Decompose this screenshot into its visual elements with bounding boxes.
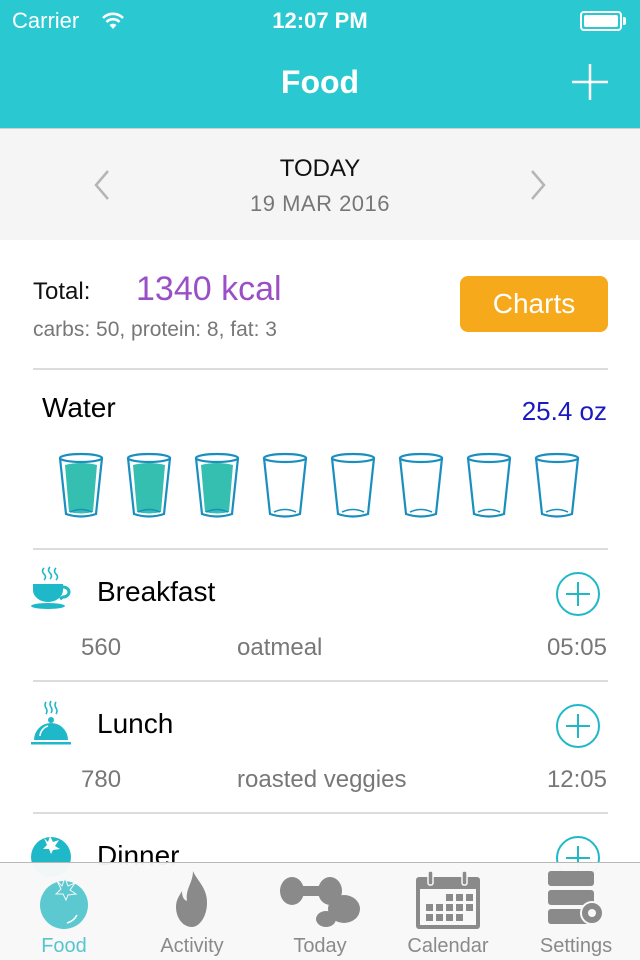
dumbbell-icon bbox=[280, 877, 360, 927]
charts-button[interactable]: Charts bbox=[460, 276, 608, 332]
tab-activity[interactable]: Activity bbox=[128, 863, 256, 960]
calorie-summary: Total: 1340 kcal carbs: 50, protein: 8, … bbox=[0, 240, 640, 370]
next-day-button[interactable] bbox=[526, 167, 550, 203]
water-title: Water bbox=[42, 392, 116, 423]
tomato-icon bbox=[40, 876, 88, 929]
tab-today[interactable]: Today bbox=[256, 863, 384, 960]
water-glass-empty[interactable] bbox=[398, 452, 444, 520]
settings-stack-icon bbox=[548, 871, 604, 925]
macros-summary: carbs: 50, protein: 8, fat: 3 bbox=[33, 318, 277, 341]
navigation-header: Carrier 12:07 PM Food bbox=[0, 0, 640, 128]
tab-label: Today bbox=[293, 935, 347, 957]
food-entry[interactable]: 780 roasted veggies 12:05 bbox=[0, 766, 640, 806]
coffee-cup-icon bbox=[31, 566, 71, 609]
total-calories: 1340 kcal bbox=[136, 270, 282, 308]
meal-title-breakfast: Breakfast bbox=[97, 576, 216, 607]
water-glass-empty[interactable] bbox=[262, 452, 308, 520]
tab-label: Settings bbox=[539, 935, 613, 957]
flame-icon bbox=[176, 871, 207, 927]
divider bbox=[33, 548, 608, 550]
entry-name: oatmeal bbox=[237, 634, 323, 661]
calendar-icon bbox=[416, 870, 480, 929]
cloche-icon bbox=[31, 700, 71, 745]
tab-bar: Food Activity Today Calendar Settings bbox=[0, 862, 640, 960]
tab-calendar[interactable]: Calendar bbox=[384, 863, 512, 960]
tab-settings[interactable]: Settings bbox=[512, 863, 640, 960]
status-time: 12:07 PM bbox=[272, 8, 368, 33]
add-food-button[interactable] bbox=[570, 62, 610, 102]
water-glass-filled[interactable] bbox=[58, 452, 104, 520]
add-breakfast-button[interactable] bbox=[555, 571, 601, 617]
divider bbox=[33, 680, 608, 682]
water-glass-filled[interactable] bbox=[194, 452, 240, 520]
total-label: Total: bbox=[33, 278, 91, 305]
entry-calories: 780 bbox=[81, 766, 122, 793]
battery-icon bbox=[580, 11, 626, 31]
status-bar: Carrier 12:07 PM bbox=[0, 0, 640, 40]
add-lunch-button[interactable] bbox=[555, 703, 601, 749]
chevron-right-icon bbox=[531, 170, 546, 200]
plus-icon bbox=[572, 64, 608, 100]
meal-title-lunch: Lunch bbox=[97, 708, 174, 739]
water-glass-empty[interactable] bbox=[466, 452, 512, 520]
water-glass-filled[interactable] bbox=[126, 452, 172, 520]
tab-label: Calendar bbox=[407, 935, 489, 957]
water-amount: 25.4 oz bbox=[521, 396, 607, 426]
tab-label: Activity bbox=[160, 935, 224, 957]
tab-label: Food bbox=[41, 935, 87, 957]
food-entry[interactable]: 560 oatmeal 05:05 bbox=[0, 634, 640, 674]
date-navigator: TODAY 19 MAR 2016 bbox=[0, 128, 640, 240]
tab-food[interactable]: Food bbox=[0, 863, 128, 960]
divider bbox=[33, 812, 608, 814]
divider bbox=[33, 368, 608, 370]
entry-name: roasted veggies bbox=[237, 766, 407, 793]
water-glass-empty[interactable] bbox=[534, 452, 580, 520]
entry-calories: 560 bbox=[81, 634, 122, 661]
entry-time: 05:05 bbox=[546, 634, 607, 661]
page-title: Food bbox=[280, 64, 360, 100]
entry-time: 12:05 bbox=[546, 766, 607, 793]
water-glass-empty[interactable] bbox=[330, 452, 376, 520]
water-glasses bbox=[58, 452, 588, 520]
